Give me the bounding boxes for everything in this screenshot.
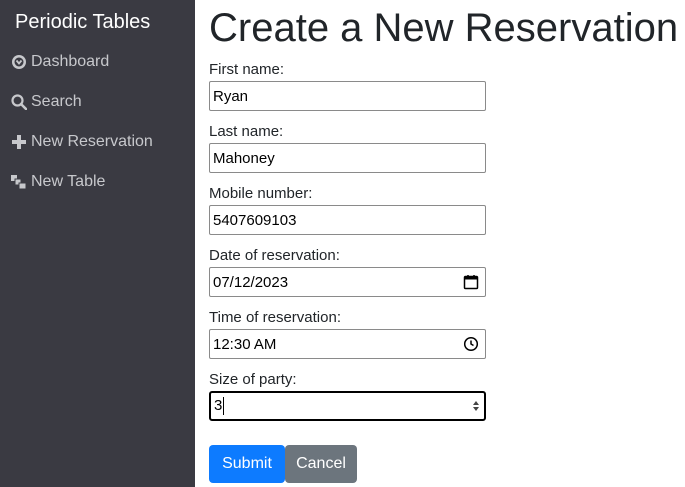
- sidebar-item-new-table[interactable]: New Table: [11, 171, 105, 193]
- calendar-icon[interactable]: [463, 274, 479, 290]
- dashboard-icon: [11, 54, 27, 70]
- mobile-number-input[interactable]: 5407609103: [209, 205, 486, 235]
- reservation-time-label: Time of reservation:: [209, 309, 341, 326]
- party-size-input[interactable]: 3: [209, 391, 486, 421]
- sidebar-item-label: Search: [31, 93, 82, 110]
- submit-button[interactable]: Submit: [209, 445, 285, 483]
- last-name-value: Mahoney: [213, 149, 275, 167]
- clock-icon[interactable]: [463, 336, 479, 352]
- first-name-label: First name:: [209, 61, 285, 78]
- last-name-input[interactable]: Mahoney: [209, 143, 486, 173]
- layers-icon: [11, 174, 27, 190]
- sidebar-item-label: Dashboard: [31, 53, 110, 70]
- first-name-value: Ryan: [213, 87, 249, 105]
- sidebar-item-search[interactable]: Search: [11, 91, 82, 113]
- sidebar-item-label: New Reservation: [31, 133, 153, 150]
- mobile-number-label: Mobile number:: [209, 185, 313, 202]
- sidebar-item-new-reservation[interactable]: New Reservation: [11, 131, 153, 153]
- main-content: Create a New Reservation First name: Rya…: [195, 0, 685, 487]
- sidebar-item-dashboard[interactable]: Dashboard: [11, 51, 109, 73]
- reservation-date-label: Date of reservation:: [209, 247, 340, 264]
- reservation-time-value: 12:30 AM: [213, 335, 277, 353]
- reservation-date-input[interactable]: 07/12/2023: [209, 267, 486, 297]
- brand-title[interactable]: Periodic Tables: [15, 10, 150, 34]
- spinner-down-icon[interactable]: [473, 407, 479, 411]
- reservation-date-value: 07/12/2023: [213, 273, 289, 291]
- reservation-time-input[interactable]: 12:30 AM: [209, 329, 486, 359]
- last-name-label: Last name:: [209, 123, 284, 140]
- cancel-button[interactable]: Cancel: [285, 445, 357, 483]
- party-size-value: 3: [214, 396, 223, 414]
- party-size-label: Size of party:: [209, 371, 297, 388]
- plus-icon: [11, 134, 27, 150]
- sidebar: Periodic Tables Dashboard Search New Res…: [0, 0, 195, 487]
- page-title: Create a New Reservation: [209, 6, 679, 50]
- first-name-input[interactable]: Ryan: [209, 81, 486, 111]
- sidebar-item-label: New Table: [31, 173, 106, 190]
- search-icon: [11, 94, 28, 111]
- spinner-up-icon[interactable]: [473, 401, 479, 405]
- number-spinner[interactable]: [473, 401, 479, 411]
- party-size-value-wrap: 3: [214, 396, 473, 416]
- text-caret: [223, 397, 225, 416]
- mobile-number-value: 5407609103: [213, 211, 297, 229]
